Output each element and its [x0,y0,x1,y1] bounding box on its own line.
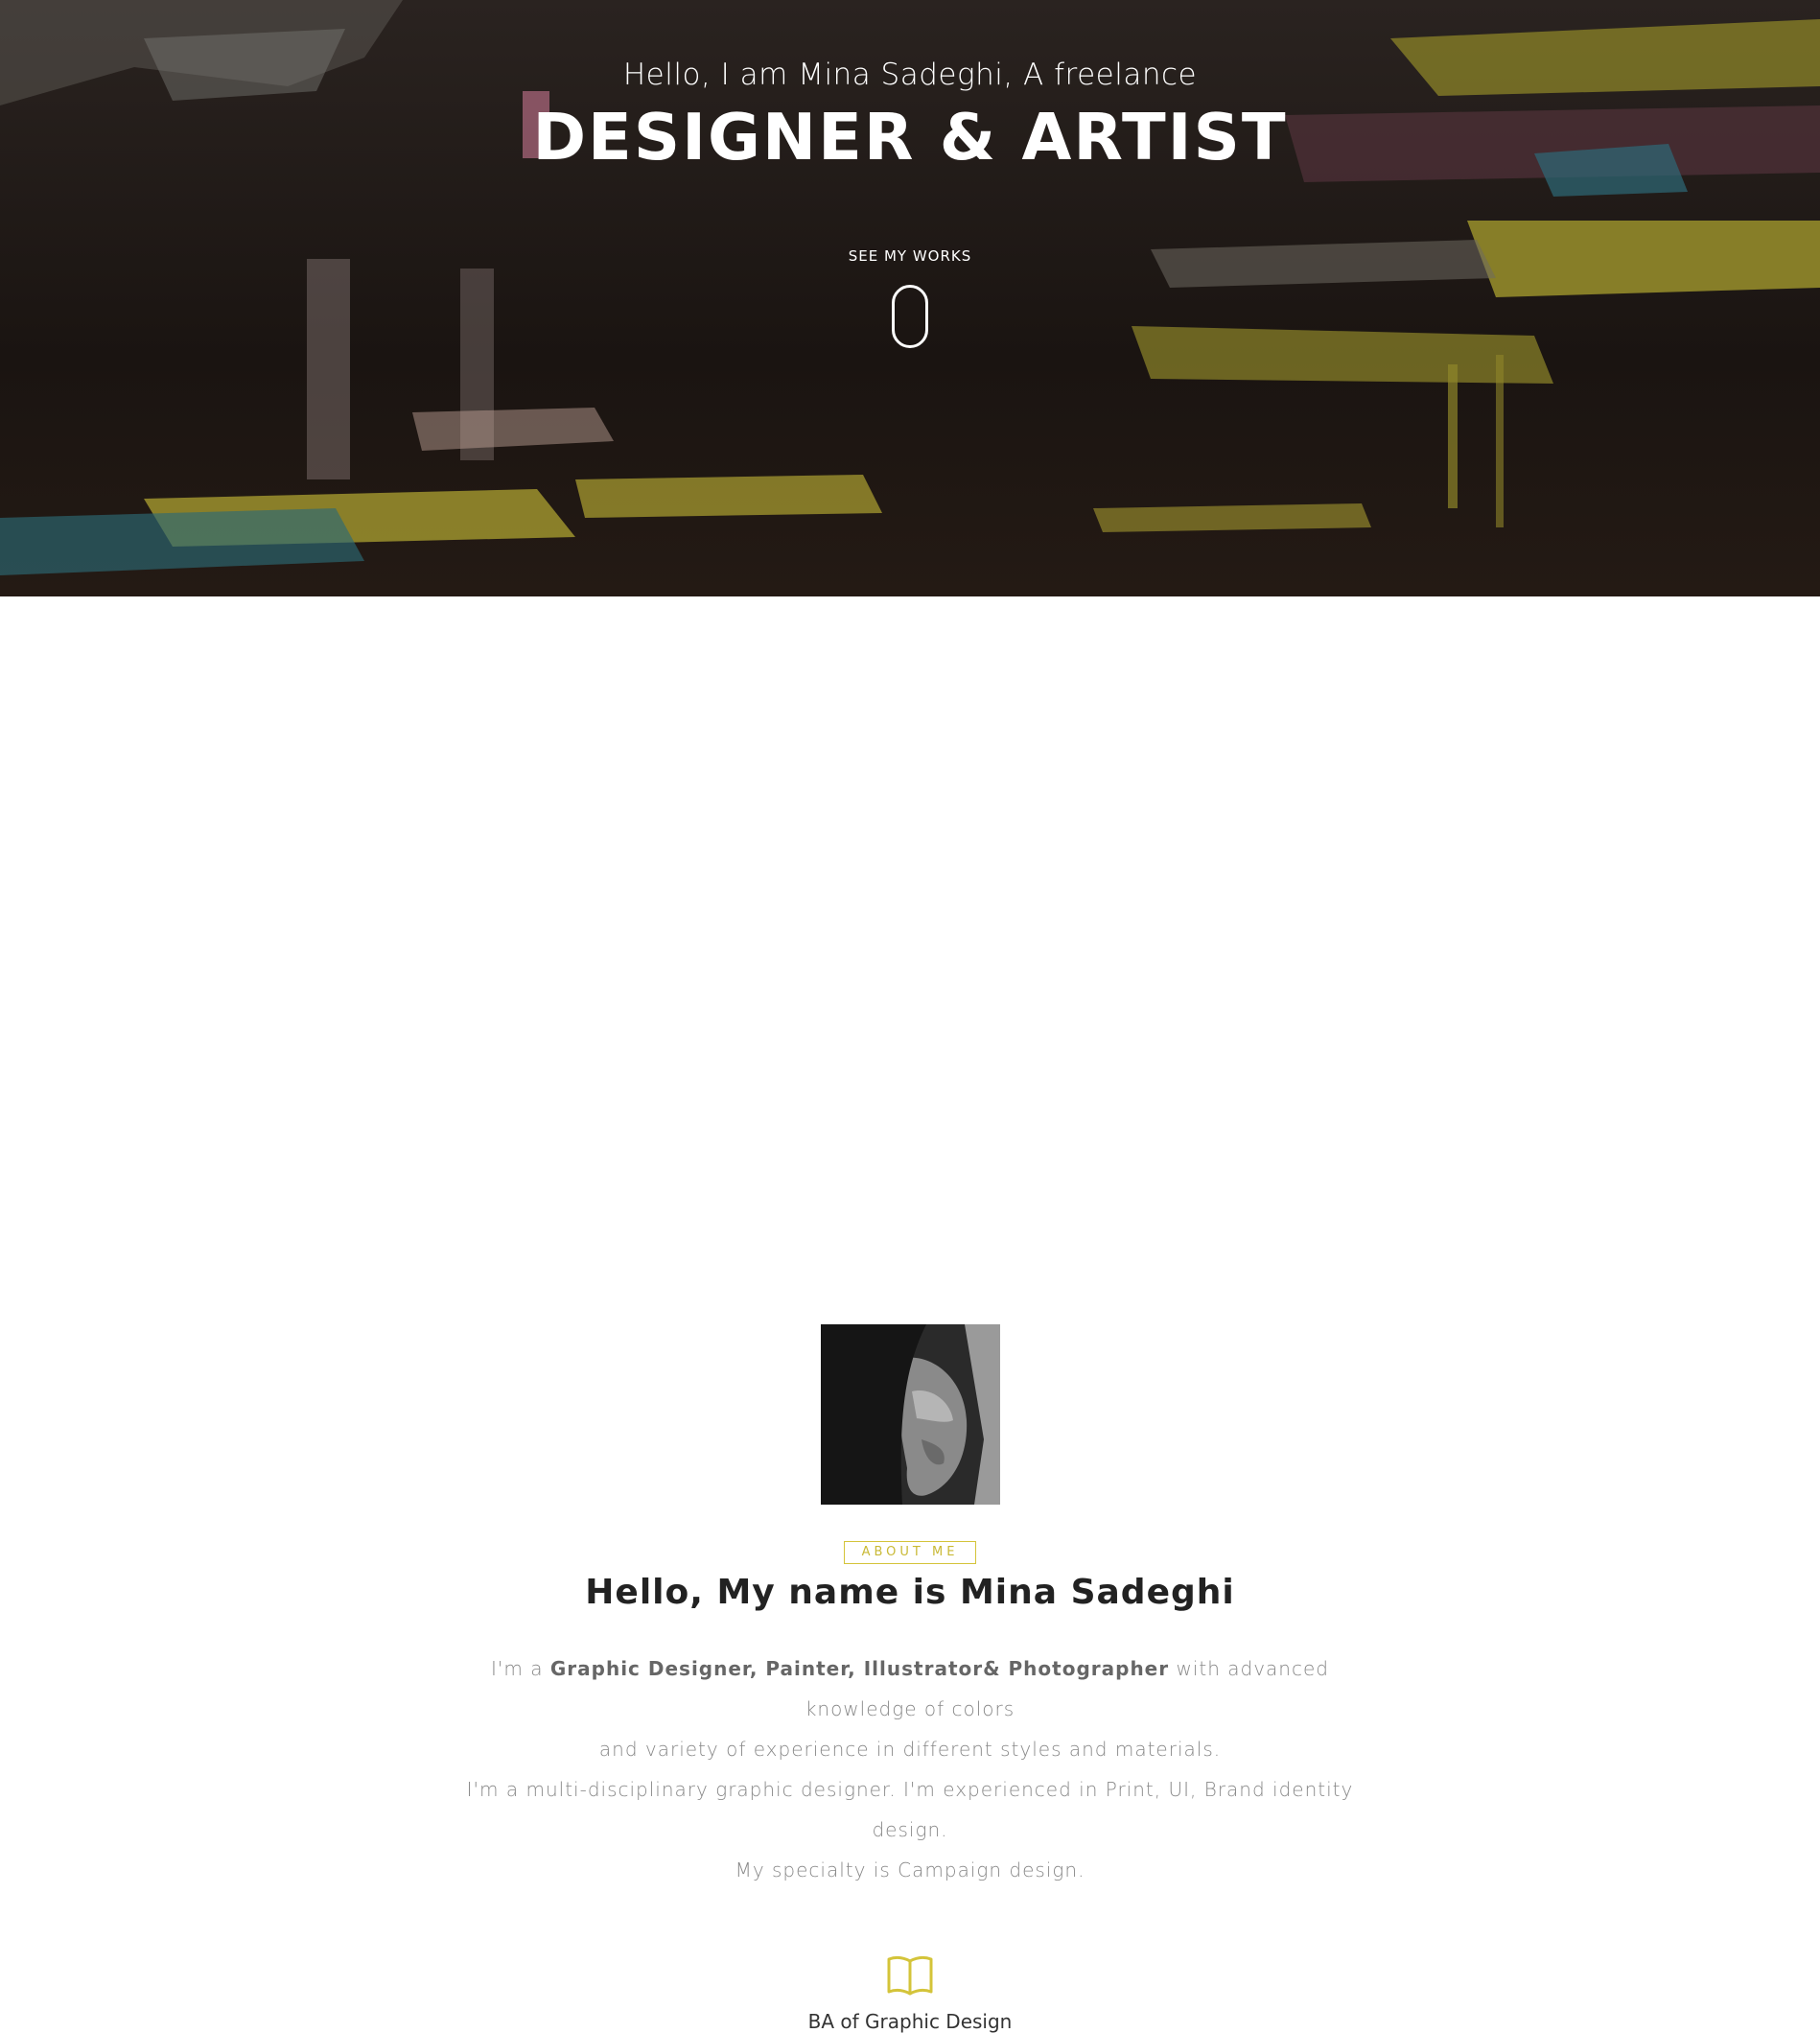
about-me-badge: ABOUT ME [844,1541,976,1564]
avatar [821,1324,1000,1505]
bio-text: I'm a Graphic Designer, Painter, Illustr… [451,1648,1369,1890]
mouse-scroll-icon[interactable] [892,285,928,348]
education-label: BA of Graphic Design [807,2010,1013,2033]
bio-roles: Graphic Designer, Painter, Illustrator& … [549,1657,1170,1680]
bio-intro-prefix: I'm a [491,1657,550,1680]
bio-line-4: My specialty is Campaign design. [735,1858,1085,1881]
hero-section: Hello, I am Mina Sadeghi, A freelance DE… [0,0,1820,596]
open-book-icon [887,1955,933,1996]
hero-content: Hello, I am Mina Sadeghi, A freelance DE… [0,0,1820,348]
hero-subtitle: Hello, I am Mina Sadeghi, A freelance [622,58,1198,92]
bio-line-2: and variety of experience in different s… [598,1738,1222,1761]
bio-line-1: I'm a Graphic Designer, Painter, Illustr… [451,1648,1369,1729]
about-title: Hello, My name is Mina Sadeghi [585,1573,1235,1612]
see-my-works-link[interactable]: SEE MY WORKS [849,247,972,265]
portrait-photo [821,1324,1000,1505]
hero-title: DESIGNER & ARTIST [532,100,1288,175]
bio-line-3: I'm a multi-disciplinary graphic designe… [466,1778,1354,1841]
